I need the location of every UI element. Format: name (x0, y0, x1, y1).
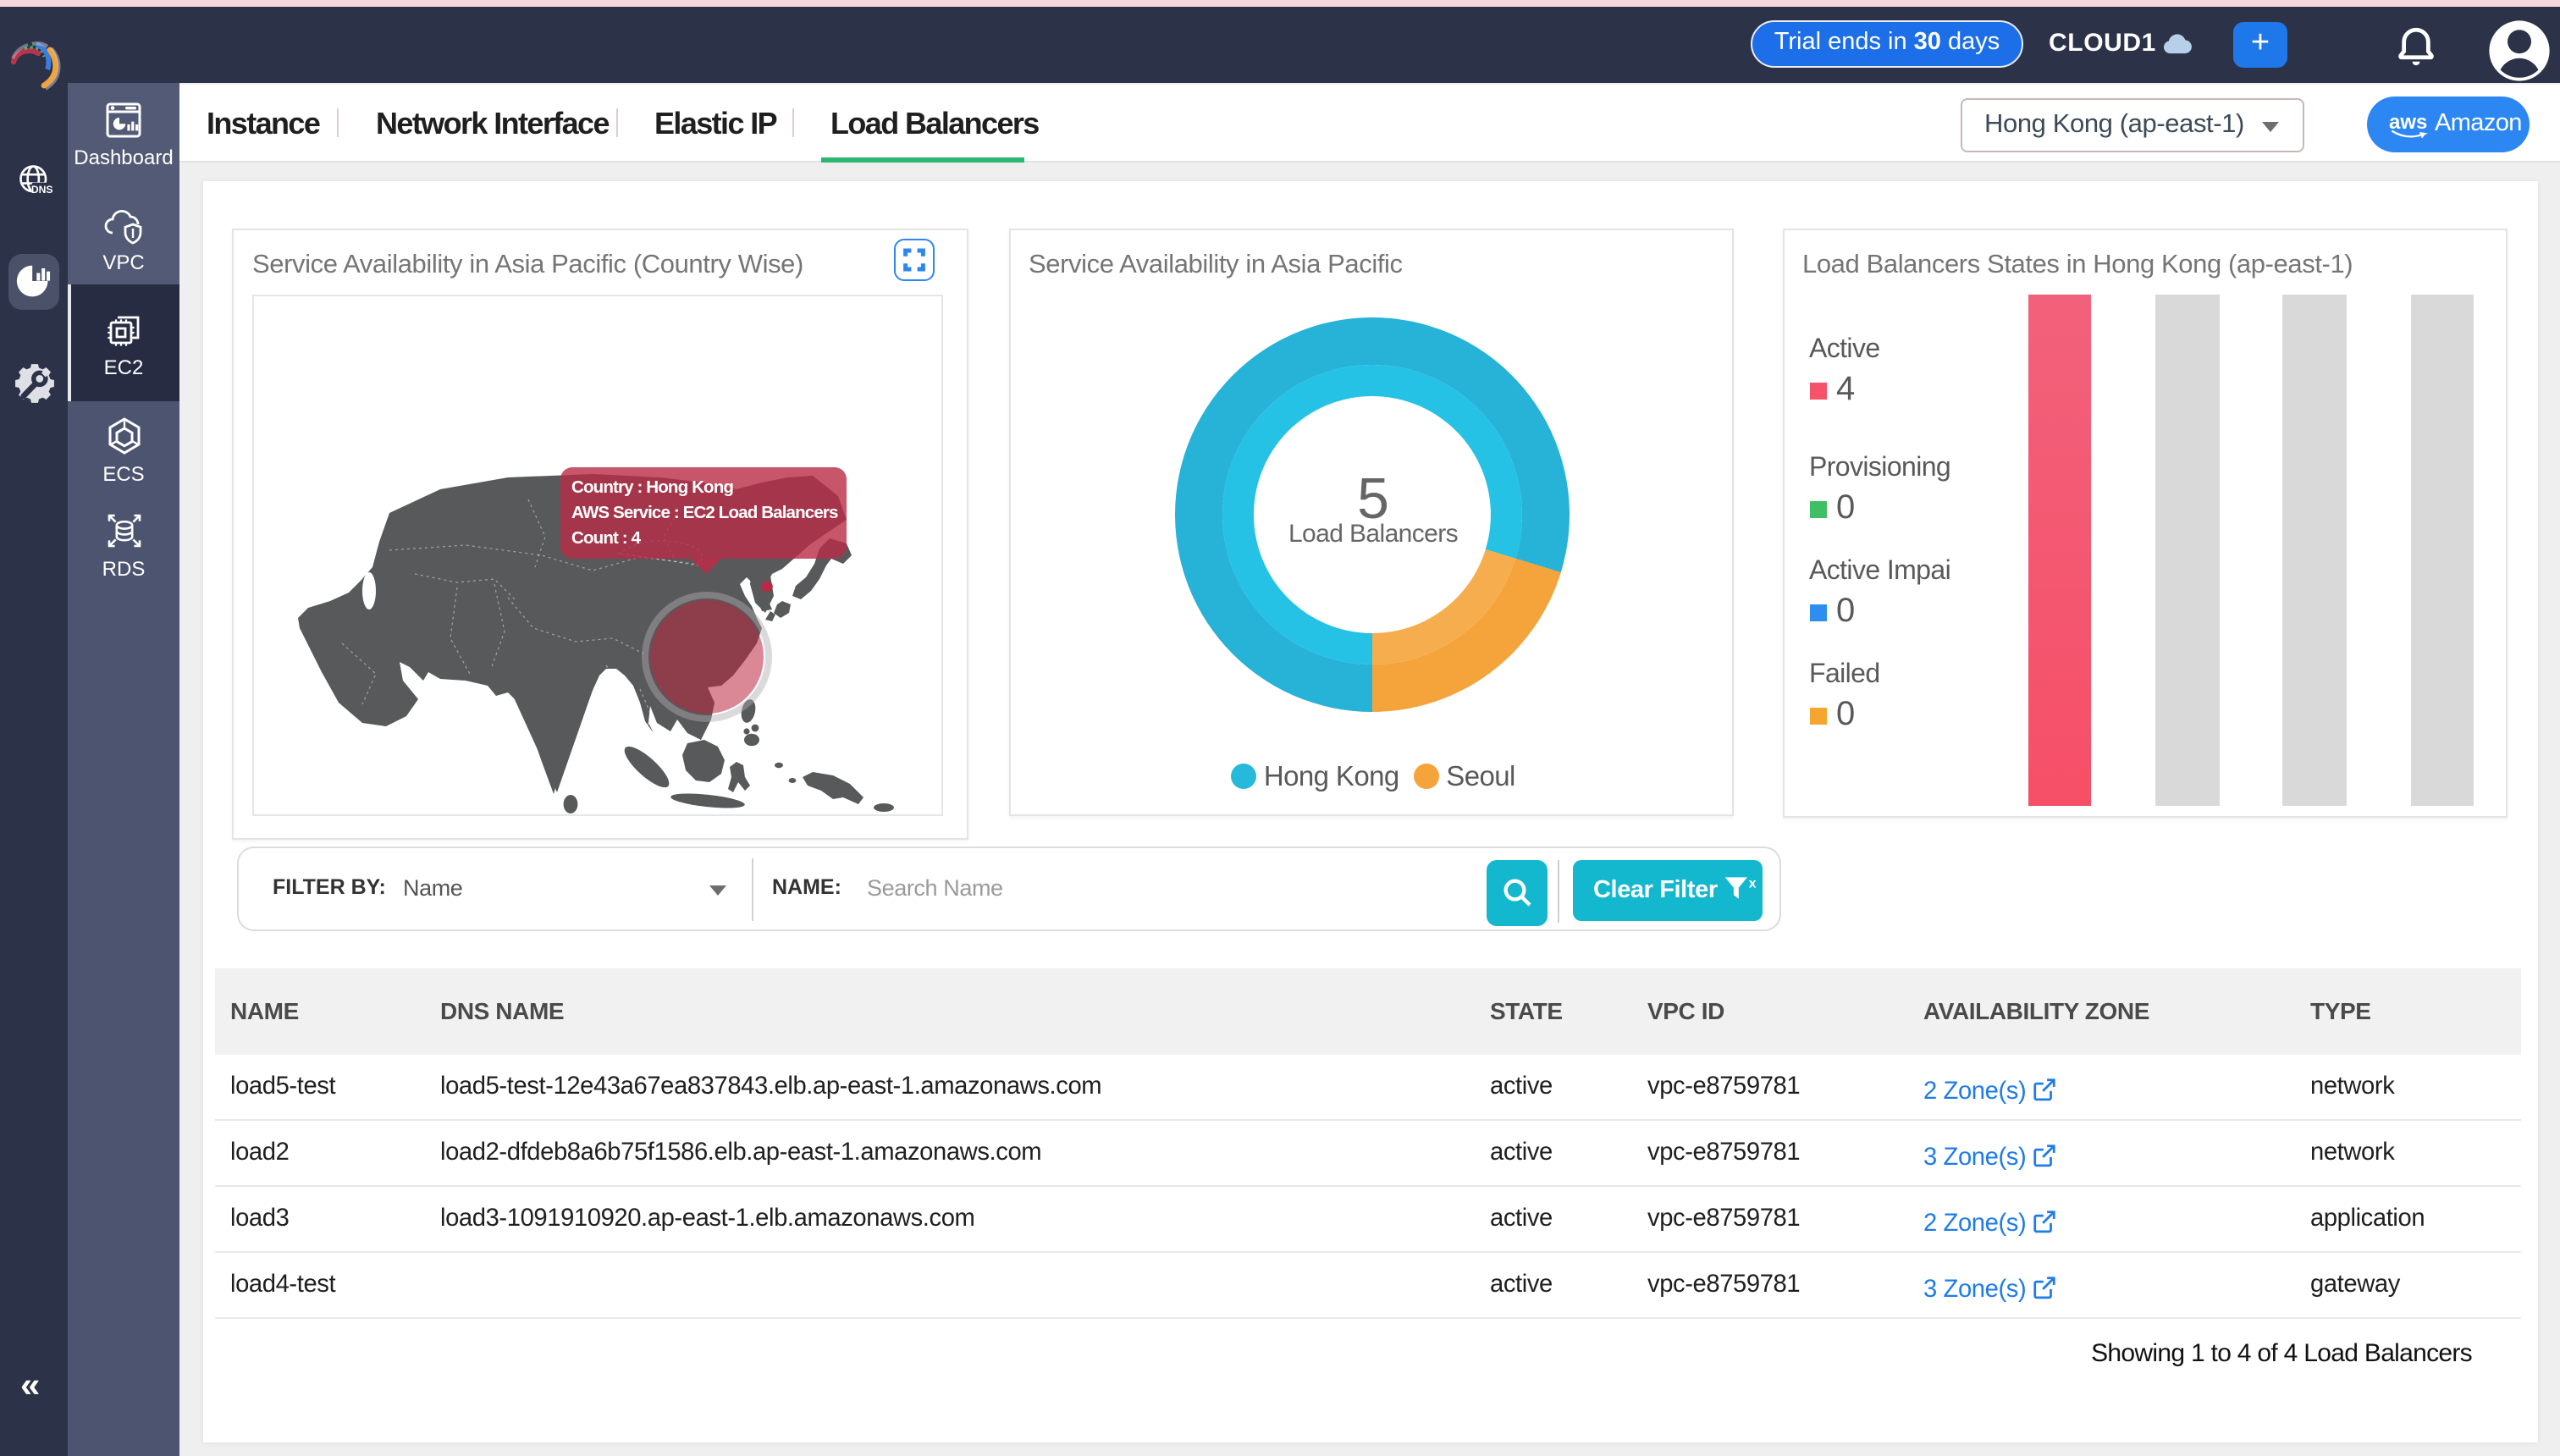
svg-text:DNS: DNS (31, 184, 52, 196)
svg-text:x: x (1749, 876, 1757, 891)
svg-text:aws: aws (2389, 110, 2427, 133)
